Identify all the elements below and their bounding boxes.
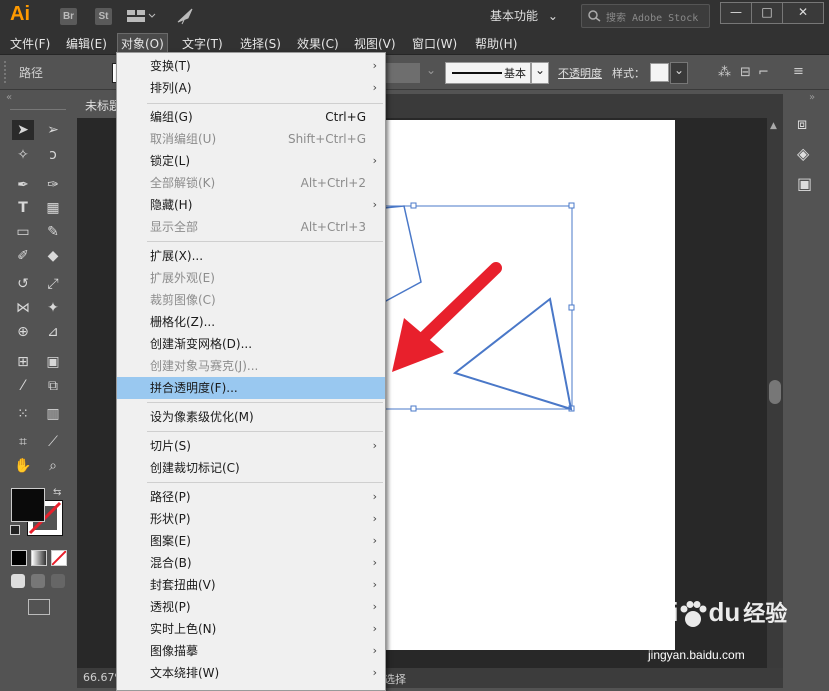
vertical-scrollbar[interactable]: ▲: [767, 118, 783, 670]
chevron-right-icon: ›: [372, 578, 377, 591]
menu-item-hide[interactable]: 隐藏(H) ›: [117, 194, 385, 216]
menu-item-image-trace[interactable]: 图像描摹 ›: [117, 640, 385, 662]
menu-item-pattern[interactable]: 图案(E) ›: [117, 530, 385, 552]
scroll-up-icon[interactable]: ▲: [770, 121, 777, 131]
watermark-brand2: du: [708, 597, 741, 627]
watermark-brand: Bai: [638, 597, 679, 627]
menu-item-unlock-all[interactable]: 全部解锁(K) Alt+Ctrl+2: [117, 172, 385, 194]
menu-item-rasterize[interactable]: 栅格化(Z)...: [117, 311, 385, 333]
menu-item-flatten-transparency[interactable]: 拼合透明度(F)...: [117, 377, 385, 399]
object-menu-dropdown: 变换(T) › 排列(A) › 编组(G) Ctrl+G 取消编组(U) Shift+C…: [116, 52, 386, 691]
menu-item-arrange[interactable]: 排列(A) ›: [117, 77, 385, 99]
watermark-url: jingyan.baidu.com: [648, 648, 745, 662]
menu-item-path[interactable]: 路径(P) ›: [117, 486, 385, 508]
shape-polygon-1: [383, 205, 422, 303]
scroll-thumb[interactable]: [769, 380, 781, 404]
watermark-site: 经验: [743, 601, 788, 626]
chevron-right-icon: ›: [372, 154, 377, 167]
chevron-right-icon: ›: [372, 600, 377, 613]
libraries-icon[interactable]: ⧈: [797, 114, 807, 134]
layers-icon[interactable]: ◈: [797, 144, 809, 163]
chevron-right-icon: ›: [372, 666, 377, 679]
shape-triangle: [452, 297, 573, 411]
menu-item-live-paint[interactable]: 实时上色(N) ›: [117, 618, 385, 640]
chevron-right-icon: ›: [372, 81, 377, 94]
expand-panel-icon[interactable]: »: [809, 92, 815, 103]
red-arrow-annotation: [392, 262, 502, 372]
menu-separator: [147, 482, 383, 483]
menu-separator: [147, 431, 383, 432]
menu-item-expand-appearance[interactable]: 扩展外观(E): [117, 267, 385, 289]
chevron-right-icon: ›: [372, 59, 377, 72]
chevron-right-icon: ›: [372, 622, 377, 635]
menu-separator: [147, 402, 383, 403]
chevron-right-icon: ›: [372, 556, 377, 569]
bounding-box-handles: [410, 202, 575, 412]
menu-item-envelope-distort[interactable]: 封套扭曲(V) ›: [117, 574, 385, 596]
menu-item-show-all[interactable]: 显示全部 Alt+Ctrl+3: [117, 216, 385, 238]
menu-item-create-trim-marks[interactable]: 创建裁切标记(C): [117, 457, 385, 479]
menu-item-perspective[interactable]: 透视(P) ›: [117, 596, 385, 618]
chevron-right-icon: ›: [372, 534, 377, 547]
menu-item-lock[interactable]: 锁定(L) ›: [117, 150, 385, 172]
menu-item-group[interactable]: 编组(G) Ctrl+G: [117, 106, 385, 128]
menu-item-text-wrap[interactable]: 文本绕排(W) ›: [117, 662, 385, 684]
menu-item-transform[interactable]: 变换(T) ›: [117, 55, 385, 77]
menu-separator: [147, 103, 383, 104]
chevron-right-icon: ›: [372, 490, 377, 503]
menu-item-create-gradient-mesh[interactable]: 创建渐变网格(D)...: [117, 333, 385, 355]
status-tool-text: 选择: [384, 673, 406, 686]
menu-item-shape[interactable]: 形状(P) ›: [117, 508, 385, 530]
right-panel-dock: » ⧈ ◈ ▣: [785, 90, 829, 689]
menu-item-make-pixel-perfect[interactable]: 设为像素级优化(M): [117, 406, 385, 428]
paw-icon: [678, 601, 708, 628]
chevron-right-icon: ›: [372, 512, 377, 525]
menu-item-blend[interactable]: 混合(B) ›: [117, 552, 385, 574]
menu-item-ungroup[interactable]: 取消编组(U) Shift+Ctrl+G: [117, 128, 385, 150]
menu-item-slice[interactable]: 切片(S) ›: [117, 435, 385, 457]
artboards-icon[interactable]: ▣: [797, 174, 812, 193]
chevron-right-icon: ›: [372, 439, 377, 452]
chevron-right-icon: ›: [372, 198, 377, 211]
chevron-right-icon: ›: [372, 644, 377, 657]
menu-item-crop-image[interactable]: 裁剪图像(C): [117, 289, 385, 311]
menu-item-create-object-mosaic[interactable]: 创建对象马赛克(J)...: [117, 355, 385, 377]
selection-bounding-box: [383, 205, 573, 410]
menu-item-expand[interactable]: 扩展(X)...: [117, 245, 385, 267]
menu-separator: [147, 241, 383, 242]
